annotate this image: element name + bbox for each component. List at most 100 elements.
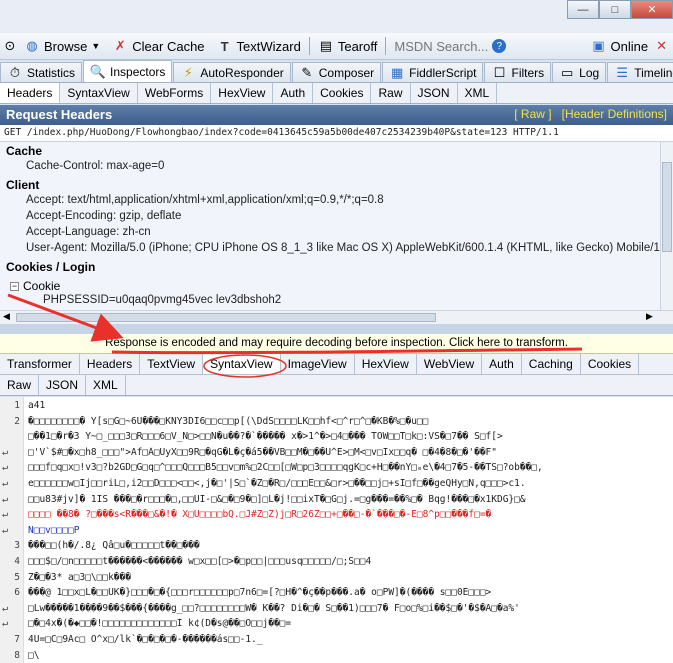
tab-request-syntaxview[interactable]: SyntaxView bbox=[60, 83, 138, 103]
tab-response-auth[interactable]: Auth bbox=[482, 354, 522, 374]
code-text: N□□v□□□□P bbox=[28, 524, 80, 536]
cookie-value[interactable]: PHPSESSID=u0qaq0pvmg45vec lev3dbshoh2 bbox=[6, 294, 660, 310]
header-group-client[interactable]: Client bbox=[6, 178, 660, 194]
header-line[interactable]: Cache-Control: max-age=0 bbox=[6, 160, 660, 176]
tab-timeline[interactable]: ☰ Timeline bbox=[607, 62, 673, 82]
tab-request-json[interactable]: JSON bbox=[411, 83, 458, 103]
toolbar-divider bbox=[308, 37, 310, 55]
tab-request-xml[interactable]: XML bbox=[458, 83, 498, 103]
tab-filters[interactable]: ☐ Filters bbox=[484, 62, 552, 82]
header-line[interactable]: Accept-Encoding: gzip, deflate bbox=[6, 210, 660, 226]
header-line[interactable]: Accept: text/html,application/xhtml+xml,… bbox=[6, 194, 660, 210]
help-icon[interactable]: ? bbox=[492, 39, 507, 53]
scrollbar-thumb[interactable] bbox=[16, 313, 436, 322]
code-text: □��1□�r�3 Y~□_□□□3□R□□□6□V_N□>□□N�u��?�`… bbox=[28, 431, 503, 443]
headers-vertical-scrollbar[interactable] bbox=[660, 142, 673, 310]
tab-request-webforms[interactable]: WebForms bbox=[138, 83, 212, 103]
chevron-down-icon[interactable]: ▼ bbox=[91, 41, 100, 51]
tab-log[interactable]: ▭ Log bbox=[552, 62, 607, 82]
tab-response-syntaxview[interactable]: SyntaxView bbox=[203, 354, 281, 374]
line-number: 5 bbox=[14, 571, 20, 583]
tab-response-transformer[interactable]: Transformer bbox=[0, 354, 80, 374]
tab-response-webview[interactable]: WebView bbox=[417, 354, 483, 374]
cookie-node[interactable]: − Cookie bbox=[6, 278, 660, 294]
tab-request-raw[interactable]: Raw bbox=[371, 83, 411, 103]
code-text: □'V`$#□�x□h8_□□□">Af□Â□UyX□□9R□�qG�L�ç�á… bbox=[28, 446, 497, 458]
tab-label: Timeline bbox=[634, 65, 673, 80]
tab-response-hexview[interactable]: HexView bbox=[355, 354, 417, 374]
window-title-bar: — □ ✕ bbox=[0, 0, 673, 33]
code-line: 6 ���@ 1□□x□L�□□UK�}□□□�□�{□□□r□□□□□□p□7n… bbox=[0, 587, 673, 602]
tearoff-button[interactable]: ▤ Tearoff bbox=[312, 35, 384, 57]
line-number: 6 bbox=[14, 587, 20, 599]
line-wrap-icon: ↵ bbox=[2, 509, 9, 521]
headers-horizontal-scrollbar[interactable]: ◀ ▶ bbox=[0, 310, 673, 324]
tab-composer[interactable]: ✎ Composer bbox=[291, 62, 382, 82]
code-text: □□□f□q□x□!v3□?b2GD□G□q□^□□□Q□□□B5□□v□m%□… bbox=[28, 462, 543, 474]
collapse-icon[interactable]: − bbox=[10, 281, 19, 291]
raw-link[interactable]: [ Raw ] bbox=[514, 107, 551, 121]
scrollbar-thumb[interactable] bbox=[662, 162, 672, 252]
line-wrap-icon: ↵ bbox=[2, 618, 9, 630]
line-wrap-icon: ↵ bbox=[2, 602, 9, 614]
scroll-right-icon[interactable]: ▶ bbox=[646, 311, 653, 322]
close-icon[interactable]: ✕ bbox=[656, 38, 667, 54]
globe-icon: ◍ bbox=[26, 38, 38, 53]
main-toolbar: ⊙ ◍ Browse ▼ ✗ Clear Cache T TextWizard … bbox=[0, 33, 673, 60]
header-group-cookies-login[interactable]: Cookies / Login bbox=[6, 260, 660, 276]
scroll-left-icon[interactable]: ◀ bbox=[3, 311, 10, 322]
tab-response-cookies[interactable]: Cookies bbox=[581, 354, 640, 374]
tab-label: Filters bbox=[511, 65, 545, 80]
tab-response-imageview[interactable]: ImageView bbox=[281, 354, 355, 374]
code-line: ↵ □�□4x�(�◆□□�!□□□□□□□□□□□□□Ì k¢(D�s@��□O… bbox=[0, 618, 673, 633]
tab-response-xml[interactable]: XML bbox=[86, 375, 126, 395]
header-line[interactable]: Accept-Language: zh-cn bbox=[6, 226, 660, 242]
response-inspector-tabs: Transformer Headers TextView SyntaxView … bbox=[0, 354, 673, 375]
code-text: □Lw�����1����9��$���{����g_□□?□□□□□□□□W�… bbox=[28, 602, 520, 614]
online-indicator[interactable]: ▣ Online ✕ bbox=[585, 35, 673, 57]
log-icon: ▭ bbox=[561, 64, 574, 80]
code-text: ���□□(h�/.8¿ Qâ□u�□□□□□t��□��� bbox=[28, 540, 200, 552]
tab-request-hexview[interactable]: HexView bbox=[211, 83, 274, 103]
code-line: 1 a41 bbox=[0, 400, 673, 415]
header-group-cache[interactable]: Cache bbox=[6, 144, 660, 160]
tab-fiddlerscript[interactable]: ▦ FiddlerScript bbox=[382, 62, 484, 82]
tab-response-raw[interactable]: Raw bbox=[0, 375, 40, 395]
line-number: 2 bbox=[14, 415, 20, 427]
response-syntax-view[interactable]: 1 a41 2 �□□□□□□□□� Y[s□G□~6U���□KNY3DI6□□c□… bbox=[0, 397, 673, 663]
header-definitions-link[interactable]: [Header Definitions] bbox=[562, 107, 667, 121]
msdn-search-field[interactable]: MSDN Search... ? bbox=[388, 35, 512, 57]
tab-inspectors[interactable]: 🔍 Inspectors bbox=[83, 60, 173, 82]
request-headers-title: Request Headers bbox=[6, 107, 113, 122]
line-wrap-icon: ↵ bbox=[2, 524, 9, 536]
maximize-button[interactable]: □ bbox=[599, 0, 631, 19]
code-text: �□□□□□□□□� Y[s□G□~6U���□KNY3DI6□□c□□p[(\… bbox=[28, 415, 429, 427]
tab-request-auth[interactable]: Auth bbox=[273, 83, 314, 103]
tab-request-cookies[interactable]: Cookies bbox=[313, 83, 372, 103]
tab-label: Statistics bbox=[27, 65, 76, 80]
tab-request-headers[interactable]: Headers bbox=[0, 83, 61, 103]
close-button[interactable]: ✕ bbox=[631, 0, 673, 19]
tab-response-caching[interactable]: Caching bbox=[522, 354, 581, 374]
header-line[interactable]: User-Agent: Mozilla/5.0 (iPhone; CPU iPh… bbox=[6, 242, 660, 258]
composer-icon: ✎ bbox=[301, 64, 313, 80]
decode-notice-text[interactable]: Response is encoded and may require deco… bbox=[105, 337, 568, 349]
tab-autoresponder[interactable]: ⚡ AutoResponder bbox=[173, 62, 291, 82]
tab-statistics[interactable]: ⏱ Statistics bbox=[0, 62, 83, 82]
tab-response-textview[interactable]: TextView bbox=[140, 354, 204, 374]
inspect-icon: 🔍 bbox=[89, 63, 107, 79]
code-line: ↵ e□□□□□□w□Ij□□riL□,i2□□D□□□<□□<,j�□'|S□`… bbox=[0, 478, 673, 493]
tab-response-json[interactable]: JSON bbox=[39, 375, 87, 395]
code-line: 3 ���□□(h�/.8¿ Qâ□u�□□□□□t��□��� bbox=[0, 540, 673, 555]
tab-response-headers[interactable]: Headers bbox=[80, 354, 141, 374]
line-number: 4 bbox=[14, 556, 20, 567]
stream-icon[interactable]: ⊙ bbox=[2, 38, 18, 54]
clear-cache-button[interactable]: ✗ Clear Cache bbox=[106, 35, 210, 57]
code-line: 4 □□□$□/□n□□□□□t������<������ w□x□□[□>�□p… bbox=[0, 556, 673, 571]
code-text: 4U=□C□9Ac□ O^x□/lk`�□�□�□�-������ás□□-1.… bbox=[28, 634, 263, 645]
minimize-button[interactable]: — bbox=[567, 0, 599, 19]
decode-notice-bar[interactable]: Response is encoded and may require deco… bbox=[0, 334, 673, 354]
browse-button[interactable]: ◍ Browse ▼ bbox=[18, 35, 106, 57]
pane-splitter[interactable] bbox=[0, 324, 673, 334]
textwizard-button[interactable]: T TextWizard bbox=[211, 35, 307, 57]
